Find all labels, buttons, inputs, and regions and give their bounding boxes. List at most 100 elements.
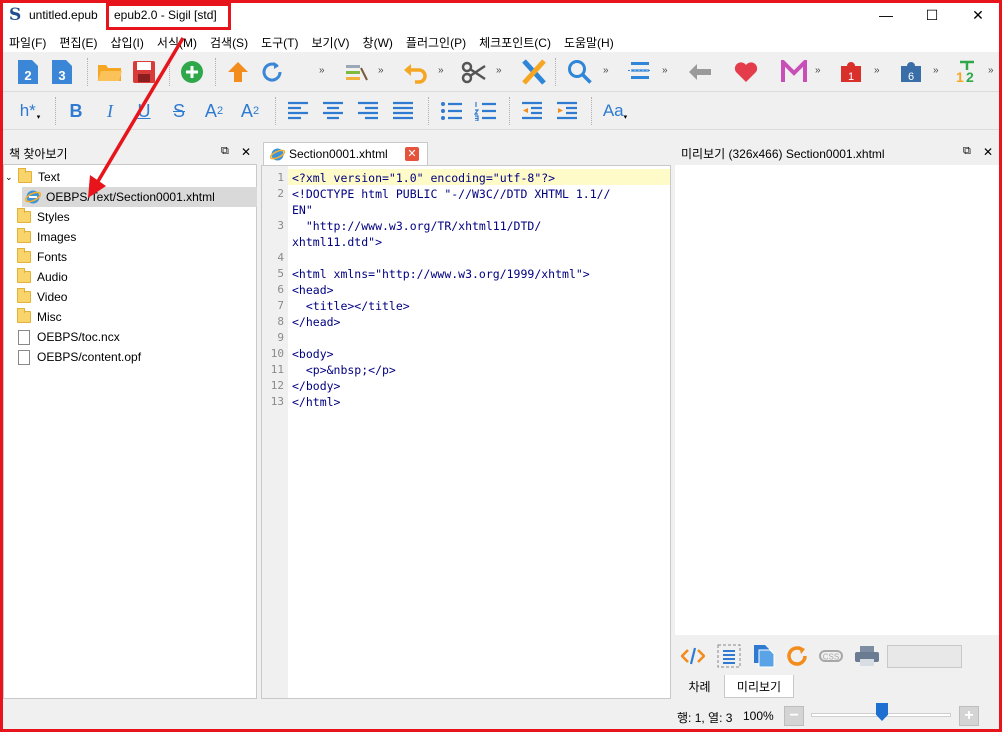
zoom-in-button[interactable]: + xyxy=(959,706,979,726)
menu-file[interactable]: 파일(F) xyxy=(3,32,53,52)
back-button[interactable] xyxy=(685,57,715,87)
bullet-list-button[interactable] xyxy=(436,96,466,126)
italic-button[interactable]: I xyxy=(95,96,125,126)
file-icon xyxy=(18,349,30,365)
toolbar-more-8[interactable]: » xyxy=(874,65,880,76)
print-button[interactable] xyxy=(853,642,881,670)
panel-float-icon[interactable]: ⧉ xyxy=(963,145,971,158)
strikethrough-button[interactable]: S xyxy=(164,96,194,126)
arrow-up-icon xyxy=(228,62,248,82)
maximize-button[interactable]: ☐ xyxy=(909,0,955,30)
menu-insert[interactable]: 삽입(I) xyxy=(104,32,150,52)
menu-help[interactable]: 도움말(H) xyxy=(558,32,621,52)
align-right-button[interactable] xyxy=(353,96,383,126)
refresh-button[interactable] xyxy=(257,57,287,87)
menu-format[interactable]: 서식(M) xyxy=(151,32,204,52)
document-3-icon: 3 xyxy=(52,60,72,84)
code-line: <html xmlns="http://www.w3.org/1999/xhtm… xyxy=(292,267,590,281)
menu-edit[interactable]: 편집(E) xyxy=(53,32,104,52)
menu-tools[interactable]: 도구(T) xyxy=(255,32,305,52)
code-line: <body> xyxy=(292,347,334,361)
tree-item-toc-ncx[interactable]: OEBPS/toc.ncx xyxy=(18,327,120,347)
tab-toc[interactable]: 차례 xyxy=(677,675,722,698)
find-button[interactable] xyxy=(565,57,595,87)
new-epub2-button[interactable]: 2 xyxy=(13,57,43,87)
reload-button[interactable] xyxy=(783,642,811,670)
menu-window[interactable]: 창(W) xyxy=(357,32,400,52)
close-button[interactable]: ✕ xyxy=(955,0,1001,30)
menu-checkpoints[interactable]: 체크포인트(C) xyxy=(473,32,558,52)
bold-button[interactable]: B xyxy=(61,96,91,126)
toolbar-more-10[interactable]: » xyxy=(988,65,994,76)
tree-item-video[interactable]: Video xyxy=(17,287,67,307)
toc-button[interactable] xyxy=(625,57,655,87)
tab-close-icon[interactable]: ✕ xyxy=(405,147,419,161)
menu-plugins[interactable]: 플러그인(P) xyxy=(400,32,473,52)
code-line: EN" xyxy=(292,203,313,217)
add-file-button[interactable] xyxy=(177,57,207,87)
increase-indent-button[interactable] xyxy=(552,96,582,126)
metadata-button[interactable] xyxy=(731,57,761,87)
menu-view[interactable]: 보기(V) xyxy=(305,32,356,52)
undo-button[interactable] xyxy=(401,57,431,87)
copy-button[interactable] xyxy=(749,642,777,670)
chevron-down-icon[interactable]: ⌄ xyxy=(5,172,15,183)
panel-float-icon[interactable]: ⧉ xyxy=(221,145,229,158)
select-all-button[interactable] xyxy=(715,642,743,670)
align-left-button[interactable] xyxy=(283,96,313,126)
preview-zoom-box[interactable] xyxy=(887,645,962,668)
tree-item-styles[interactable]: Styles xyxy=(17,207,70,227)
numbered-list-button[interactable] xyxy=(470,96,500,126)
css-button[interactable]: CSS xyxy=(817,642,845,670)
plugin-tool-button[interactable]: 12 xyxy=(953,57,983,87)
svg-text:6: 6 xyxy=(908,71,914,83)
plugin-6-button[interactable]: 6 xyxy=(897,57,927,87)
toolbar-more-9[interactable]: » xyxy=(933,65,939,76)
new-epub3-button[interactable]: 3 xyxy=(47,57,77,87)
zoom-out-button[interactable]: − xyxy=(784,706,804,726)
book-browser-title: 책 찾아보기 xyxy=(9,146,68,161)
decrease-indent-button[interactable] xyxy=(517,96,547,126)
tab-section0001[interactable]: Section0001.xhtml ✕ xyxy=(263,142,428,165)
menu-search[interactable]: 검색(S) xyxy=(204,32,255,52)
zoom-slider-thumb[interactable] xyxy=(876,703,888,721)
code-line: xhtml11.dtd"> xyxy=(292,235,383,249)
clean-button[interactable] xyxy=(341,57,371,87)
panel-close-icon[interactable]: ✕ xyxy=(241,145,251,159)
heading-button[interactable]: h* ▾ xyxy=(13,96,47,126)
tree-item-section0001[interactable]: OEBPS/Text/Section0001.xhtml xyxy=(22,187,257,207)
tree-item-misc[interactable]: Misc xyxy=(17,307,62,327)
save-button[interactable] xyxy=(129,57,159,87)
superscript-button[interactable]: A2 xyxy=(235,96,265,126)
toolbar-more-2[interactable]: » xyxy=(378,65,384,76)
move-up-button[interactable] xyxy=(223,57,253,87)
split-button[interactable] xyxy=(519,57,549,87)
inspect-button[interactable] xyxy=(679,642,707,670)
align-center-button[interactable] xyxy=(318,96,348,126)
toolbar-more-3[interactable]: » xyxy=(438,65,444,76)
panel-close-icon[interactable]: ✕ xyxy=(983,145,993,159)
toolbar-more-6[interactable]: » xyxy=(662,65,668,76)
toolbar-more-4[interactable]: » xyxy=(496,65,502,76)
minimize-button[interactable]: — xyxy=(863,0,909,30)
tree-item-images[interactable]: Images xyxy=(17,227,76,247)
bullet-list-icon xyxy=(441,102,462,120)
font-button[interactable]: Aa ▾ xyxy=(598,96,632,126)
toolbar-more-1[interactable]: » xyxy=(319,65,325,76)
meta-editor-button[interactable] xyxy=(779,57,809,87)
justify-button[interactable] xyxy=(388,96,418,126)
tab-preview[interactable]: 미리보기 xyxy=(724,675,794,698)
tree-item-content-opf[interactable]: OEBPS/content.opf xyxy=(18,347,141,367)
cut-button[interactable] xyxy=(459,57,489,87)
plugin-1-button[interactable]: 1 xyxy=(837,57,867,87)
toolbar-more-7[interactable]: » xyxy=(815,65,821,76)
tree-item-text[interactable]: ⌄ Text xyxy=(5,167,255,187)
open-button[interactable] xyxy=(95,57,125,87)
tree-item-fonts[interactable]: Fonts xyxy=(17,247,67,267)
toolbar-more-5[interactable]: » xyxy=(603,65,609,76)
code-editor[interactable]: 1 2 3 4 5 6 7 8 9 10 11 12 13 <?xml vers… xyxy=(261,165,671,699)
underline-button[interactable]: U xyxy=(129,96,159,126)
subscript-button[interactable]: A2 xyxy=(199,96,229,126)
tree-item-audio[interactable]: Audio xyxy=(17,267,68,287)
separator xyxy=(55,97,57,125)
